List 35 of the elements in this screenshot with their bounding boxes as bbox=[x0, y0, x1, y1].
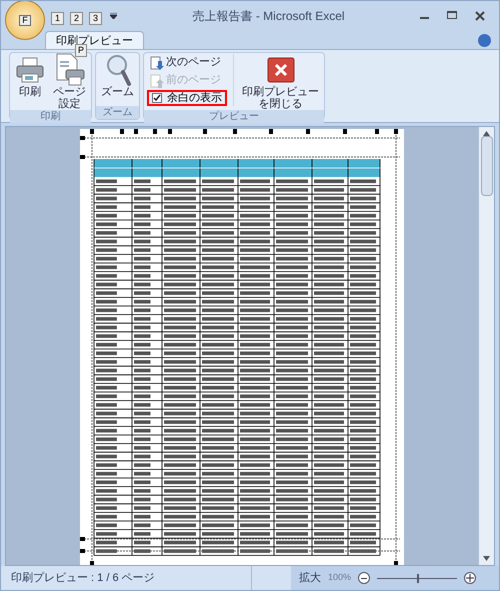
ribbon-button[interactable]: ズーム bbox=[99, 54, 136, 98]
window-title: 売上報告書 - Microsoft Excel bbox=[192, 8, 346, 25]
keytip[interactable]: 3 bbox=[89, 12, 102, 24]
group-label: 印刷 bbox=[10, 110, 91, 123]
status-text: 印刷プレビュー : 1 / 6 ページ bbox=[10, 570, 156, 586]
keytip[interactable]: 2 bbox=[70, 12, 84, 24]
zoom-percent: 100% bbox=[328, 571, 352, 584]
printer-icon bbox=[15, 55, 45, 85]
group-label: プレビュー bbox=[144, 110, 324, 123]
page-arrow-icon bbox=[150, 56, 164, 70]
help-icon[interactable] bbox=[478, 34, 491, 47]
page-arrow-icon bbox=[150, 74, 164, 88]
ribbon-button[interactable]: 印刷 bbox=[13, 54, 47, 98]
slider-thumb[interactable] bbox=[417, 574, 420, 582]
page-printer-icon bbox=[54, 53, 86, 87]
zoom-label: 拡大 bbox=[299, 570, 321, 586]
keytip: F bbox=[19, 14, 31, 26]
scroll-down-icon[interactable] bbox=[483, 556, 490, 561]
ribbon-button[interactable]: ページ 設定 bbox=[51, 54, 88, 110]
group-label: ズーム bbox=[96, 106, 139, 119]
scrollbar[interactable] bbox=[478, 127, 494, 565]
keytip: P bbox=[75, 44, 88, 57]
margin-checkbox[interactable]: 余白の表示 bbox=[147, 90, 227, 106]
checkbox-icon bbox=[152, 93, 162, 103]
office-button[interactable]: F bbox=[5, 1, 45, 40]
zoom-out-icon[interactable] bbox=[358, 572, 370, 584]
keytip[interactable]: 1 bbox=[51, 12, 64, 24]
scroll-thumb[interactable] bbox=[480, 136, 492, 196]
ribbon-button[interactable]: 印刷プレビュー を閉じる bbox=[240, 54, 321, 110]
quick-access-menu-icon[interactable] bbox=[110, 13, 118, 19]
maximize-icon[interactable] bbox=[447, 11, 457, 19]
zoom-in-icon[interactable] bbox=[464, 572, 476, 584]
close-icon bbox=[266, 57, 294, 83]
close-icon[interactable] bbox=[475, 11, 485, 21]
page-nav-button[interactable]: 次のページ bbox=[147, 54, 227, 71]
